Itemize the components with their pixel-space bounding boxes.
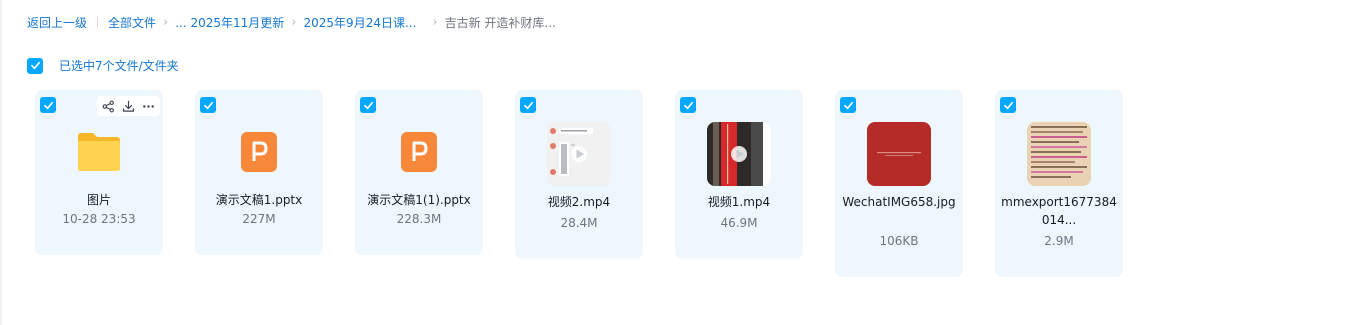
file-card-pptx[interactable]: 演示文稿1.pptx 227M: [195, 90, 323, 255]
breadcrumb: 返回上一级 全部文件 › ... 2025年11月更新 › 2025年9月24日…: [27, 13, 556, 31]
file-size: 28.4M: [560, 216, 598, 230]
chevron-right-icon: ›: [163, 14, 169, 30]
file-name: 图片: [86, 193, 111, 207]
share-icon[interactable]: [102, 100, 115, 113]
breadcrumb-current: 吉古新 开造补财库...: [444, 15, 556, 30]
folder-icon: [78, 133, 120, 171]
left-border: [0, 0, 2, 325]
more-icon[interactable]: [142, 100, 155, 113]
file-card-folder[interactable]: 图片 10-28 23:53: [35, 90, 163, 255]
file-card-image[interactable]: WechatIMG658.jpg 106KB: [835, 90, 963, 277]
file-card-image[interactable]: mmexport1677384014... 2.9M: [995, 90, 1123, 277]
file-modified-time: 10-28 23:53: [62, 212, 136, 226]
file-name: mmexport1677384014...: [1001, 195, 1117, 227]
image-thumbnail: [867, 122, 931, 186]
file-checkbox[interactable]: [840, 97, 856, 113]
video-thumbnail: [707, 122, 771, 186]
check-icon: [523, 101, 533, 109]
breadcrumb-all-files[interactable]: 全部文件: [108, 14, 156, 31]
file-size: 46.9M: [720, 216, 758, 230]
file-size: 228.3M: [396, 212, 442, 226]
select-all-checkbox[interactable]: [27, 57, 43, 74]
card-actions: [97, 96, 160, 116]
video-thumbnail: [547, 122, 611, 186]
file-checkbox[interactable]: [200, 97, 216, 113]
check-icon: [203, 101, 213, 109]
file-card-pptx[interactable]: 演示文稿1(1).pptx 228.3M: [355, 90, 483, 255]
chevron-right-icon: ›: [291, 14, 297, 30]
file-name: WechatIMG658.jpg: [842, 195, 956, 209]
file-name: 视频2.mp4: [547, 195, 611, 209]
file-name: 演示文稿1.pptx: [215, 193, 303, 207]
file-size: 106KB: [879, 234, 919, 248]
file-checkbox[interactable]: [520, 97, 536, 113]
back-link[interactable]: 返回上一级: [27, 14, 87, 31]
download-icon[interactable]: [122, 100, 135, 113]
file-checkbox[interactable]: [40, 97, 56, 113]
image-thumbnail: [1027, 122, 1091, 186]
ppt-file-icon: [241, 132, 277, 172]
check-icon: [843, 101, 853, 109]
check-icon: [363, 101, 373, 109]
check-icon: [1003, 101, 1013, 109]
selection-count-label: 已选中7个文件/文件夹: [59, 59, 179, 73]
file-checkbox[interactable]: [1000, 97, 1016, 113]
file-name: 演示文稿1(1).pptx: [367, 193, 471, 207]
check-icon: [43, 101, 53, 109]
file-size: 2.9M: [1044, 234, 1074, 248]
chevron-right-icon: ›: [432, 14, 438, 30]
file-card-video[interactable]: 视频2.mp4 28.4M: [515, 90, 643, 259]
file-name: 视频1.mp4: [707, 195, 771, 209]
breadcrumb-item-1[interactable]: ... 2025年11月更新: [175, 14, 284, 31]
select-all-row: 已选中7个文件/文件夹: [27, 57, 179, 74]
file-size: 227M: [242, 212, 276, 226]
file-checkbox[interactable]: [360, 97, 376, 113]
breadcrumb-item-2[interactable]: 2025年9月24日课...: [304, 14, 417, 31]
breadcrumb-divider: [97, 16, 99, 28]
file-checkbox[interactable]: [680, 97, 696, 113]
file-card-video[interactable]: 视频1.mp4 46.9M: [675, 90, 803, 259]
check-icon: [30, 61, 40, 70]
check-icon: [683, 101, 693, 109]
ppt-file-icon: [401, 132, 437, 172]
